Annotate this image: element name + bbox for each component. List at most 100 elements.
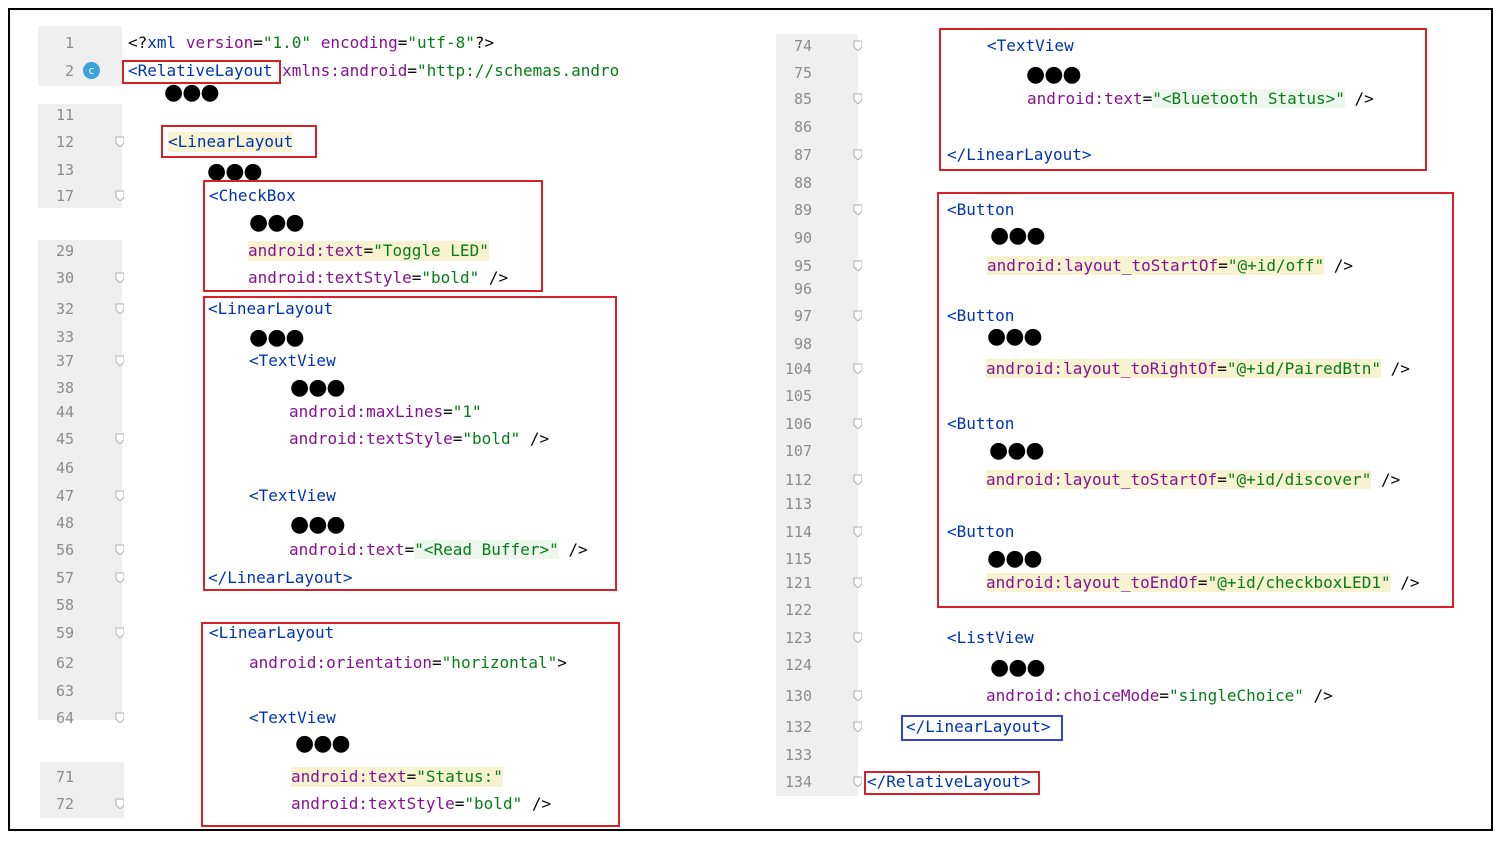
line-number: 123 <box>784 629 812 647</box>
ellipsis: ●●● <box>990 223 1046 248</box>
line-number: 57 <box>55 569 74 587</box>
line-number: 17 <box>55 187 74 205</box>
fold-marker-icon[interactable] <box>115 272 124 283</box>
ellipsis: ●●● <box>290 375 346 400</box>
ellipsis: ●●● <box>987 324 1043 349</box>
code-button3-attr: android:layout_toStartOf="@+id/discover"… <box>986 470 1401 489</box>
fold-marker-icon[interactable] <box>115 433 124 444</box>
code-button2-open: <Button <box>947 306 1015 325</box>
ellipsis: ●●● <box>990 655 1046 680</box>
line-number: 113 <box>784 495 812 513</box>
fold-marker-icon[interactable] <box>115 572 124 583</box>
line-number: 56 <box>55 541 74 559</box>
fold-marker-icon[interactable] <box>115 627 124 638</box>
line-number: 44 <box>55 403 74 421</box>
fold-marker-icon[interactable] <box>853 690 862 701</box>
line-number: 104 <box>784 360 812 378</box>
code-textview2-text: android:text="<Read Buffer>" /> <box>289 540 588 559</box>
fold-marker-icon[interactable] <box>853 363 862 374</box>
fold-marker-icon[interactable] <box>853 149 862 160</box>
code-textview-open: <TextView <box>987 36 1074 55</box>
code-relativelayout-close: </RelativeLayout> <box>867 772 1031 791</box>
ellipsis: ●●● <box>164 80 220 105</box>
line-number: 1 <box>64 34 74 52</box>
fold-marker-icon[interactable] <box>115 136 124 147</box>
line-number: 75 <box>793 64 812 82</box>
code-button4-attr: android:layout_toEndOf="@+id/checkboxLED… <box>986 573 1420 592</box>
line-number: 132 <box>784 718 812 736</box>
fold-marker-icon[interactable] <box>853 310 862 321</box>
code-linearlayout3-orientation: android:orientation="horizontal"> <box>249 653 567 672</box>
line-number: 87 <box>793 146 812 164</box>
code-outer-linearlayout-close: </LinearLayout> <box>906 717 1051 736</box>
fold-marker-icon[interactable] <box>853 204 862 215</box>
fold-marker-icon[interactable] <box>115 303 124 314</box>
code-checkbox-text: android:text="Toggle LED" <box>248 241 489 261</box>
fold-marker-icon[interactable] <box>115 712 124 723</box>
fold-marker-icon[interactable] <box>853 577 862 588</box>
ellipsis: ●●● <box>989 438 1045 463</box>
fold-marker-icon[interactable] <box>853 632 862 643</box>
line-number: 30 <box>55 269 74 287</box>
line-number: 74 <box>793 37 812 55</box>
ellipsis: ●●● <box>207 159 263 184</box>
ellipsis: ●●● <box>249 210 305 235</box>
line-number: 97 <box>793 307 812 325</box>
line-number: 90 <box>793 229 812 247</box>
fold-marker-icon[interactable] <box>115 355 124 366</box>
line-number: 37 <box>55 352 74 370</box>
fold-marker-icon[interactable] <box>115 544 124 555</box>
line-number: 2 <box>64 62 74 80</box>
code-listview-attr: android:choiceMode="singleChoice" /> <box>986 686 1333 705</box>
fold-marker-icon[interactable] <box>115 190 124 201</box>
line-number: 58 <box>55 596 74 614</box>
line-number: 45 <box>55 430 74 448</box>
line-number: 72 <box>55 795 74 813</box>
fold-marker-icon[interactable] <box>853 474 862 485</box>
line-number: 133 <box>784 746 812 764</box>
line-number: 106 <box>784 415 812 433</box>
fold-marker-icon[interactable] <box>115 798 124 809</box>
fold-marker-icon[interactable] <box>115 490 124 501</box>
line-number: 12 <box>55 133 74 151</box>
fold-marker-icon[interactable] <box>853 721 862 732</box>
line-number: 130 <box>784 687 812 705</box>
line-number: 121 <box>784 574 812 592</box>
highlight-box-linearlayout <box>161 125 317 158</box>
fold-marker-icon[interactable] <box>853 776 862 787</box>
code-linearlayout3-open: <LinearLayout <box>209 623 335 642</box>
ellipsis: ●●● <box>987 546 1043 571</box>
line-number: 88 <box>793 174 812 192</box>
line-number: 85 <box>793 90 812 108</box>
code-linearlayout2-close: </LinearLayout> <box>208 568 353 587</box>
line-number: 122 <box>784 601 812 619</box>
ellipsis: ●●● <box>1026 62 1082 87</box>
code-checkbox-style: android:textStyle="bold" /> <box>248 268 509 287</box>
code-textview2-open: <TextView <box>249 486 336 505</box>
class-badge-icon: c <box>83 62 100 79</box>
fold-marker-icon[interactable] <box>853 418 862 429</box>
code-button2-attr: android:layout_toRightOf="@+id/PairedBtn… <box>986 359 1410 378</box>
line-number: 64 <box>55 709 74 727</box>
fold-marker-icon[interactable] <box>853 93 862 104</box>
line-number: 29 <box>55 242 74 260</box>
code-textview3-open: <TextView <box>249 708 336 727</box>
fold-marker-icon[interactable] <box>853 260 862 271</box>
fold-marker-icon[interactable] <box>853 40 862 51</box>
line-number: 13 <box>55 161 74 179</box>
code-button3-open: <Button <box>947 414 1015 433</box>
code-linearlayout2-open: <LinearLayout <box>208 299 334 318</box>
line-number: 95 <box>793 257 812 275</box>
fold-marker-icon[interactable] <box>853 526 862 537</box>
line-number: 46 <box>55 459 74 477</box>
line-number: 96 <box>793 280 812 298</box>
code-textview3-text: android:text="Status:" <box>291 767 503 787</box>
line-number: 112 <box>784 471 812 489</box>
code-button1-open: <Button <box>947 200 1015 219</box>
code-textview1-maxlines: android:maxLines="1" <box>289 402 482 421</box>
ellipsis: ●●● <box>290 512 346 537</box>
code-listview-open: <ListView <box>947 628 1034 647</box>
code-linearlayout-close: </LinearLayout> <box>947 145 1092 164</box>
line-number: 89 <box>793 201 812 219</box>
ellipsis: ●●● <box>249 325 305 350</box>
